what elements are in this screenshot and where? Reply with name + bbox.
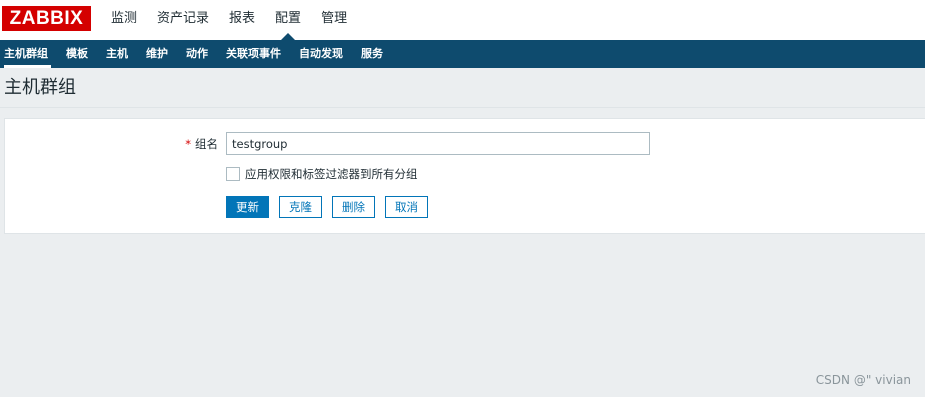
group-name-input[interactable] bbox=[226, 132, 650, 155]
sub-menu-templates[interactable]: 模板 bbox=[57, 40, 97, 68]
top-bar: ZABBIX 监测 资产记录 报表 配置 管理 bbox=[0, 0, 925, 40]
apply-to-subgroups-option[interactable]: 应用权限和标签过滤器到所有分组 bbox=[226, 166, 418, 182]
required-asterisk: * bbox=[185, 137, 191, 151]
sub-menu-hosts[interactable]: 主机 bbox=[97, 40, 137, 68]
sub-menu-services[interactable]: 服务 bbox=[352, 40, 392, 68]
main-menu-monitoring[interactable]: 监测 bbox=[101, 0, 147, 40]
form-buttons: 更新 克隆 删除 取消 bbox=[226, 196, 438, 218]
sub-menu-maintenance[interactable]: 维护 bbox=[137, 40, 177, 68]
sub-menu-discovery[interactable]: 自动发现 bbox=[290, 40, 352, 68]
main-menu-reports[interactable]: 报表 bbox=[219, 0, 265, 40]
zabbix-logo[interactable]: ZABBIX bbox=[2, 6, 91, 31]
page-header: 主机群组 bbox=[0, 68, 925, 108]
sub-menu-host-groups[interactable]: 主机群组 bbox=[0, 40, 57, 68]
update-button[interactable]: 更新 bbox=[226, 196, 269, 218]
sub-menu-actions[interactable]: 动作 bbox=[177, 40, 217, 68]
host-group-form: * 组名 应用权限和标签过滤器到所有分组 更新 克隆 删除 取消 bbox=[4, 118, 925, 234]
sub-menu-event-correlation[interactable]: 关联项事件 bbox=[217, 40, 290, 68]
group-name-label: * 组名 bbox=[185, 136, 218, 152]
group-name-label-text: 组名 bbox=[195, 137, 218, 151]
main-menu-configuration[interactable]: 配置 bbox=[265, 0, 311, 40]
cancel-button[interactable]: 取消 bbox=[385, 196, 428, 218]
delete-button[interactable]: 删除 bbox=[332, 196, 375, 218]
clone-button[interactable]: 克隆 bbox=[279, 196, 322, 218]
logo-text: ZABBIX bbox=[9, 8, 84, 29]
main-menu: 监测 资产记录 报表 配置 管理 bbox=[101, 0, 357, 40]
sub-menu: 主机群组 模板 主机 维护 动作 关联项事件 自动发现 服务 bbox=[0, 40, 925, 68]
main-menu-administration[interactable]: 管理 bbox=[311, 0, 357, 40]
page-title: 主机群组 bbox=[4, 77, 76, 98]
apply-to-subgroups-label: 应用权限和标签过滤器到所有分组 bbox=[245, 167, 418, 181]
apply-to-subgroups-checkbox[interactable] bbox=[226, 167, 240, 181]
watermark-text: CSDN @" vivian bbox=[815, 373, 911, 387]
main-menu-inventory[interactable]: 资产记录 bbox=[147, 0, 219, 40]
